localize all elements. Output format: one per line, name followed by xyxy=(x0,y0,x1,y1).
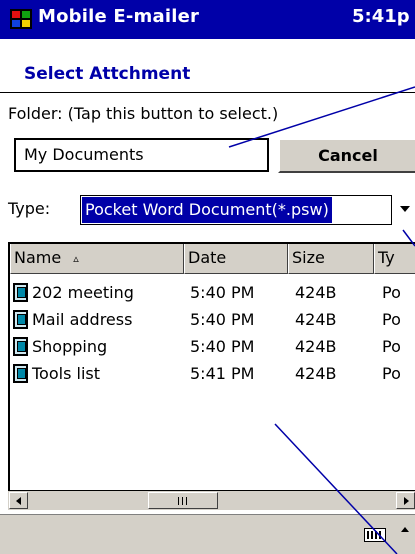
file-name: Mail address xyxy=(32,310,133,329)
input-panel-arrow-icon[interactable] xyxy=(401,527,409,532)
file-name: 202 meeting xyxy=(32,283,134,302)
file-name: Tools list xyxy=(32,364,100,383)
app-title: Mobile E-mailer xyxy=(38,6,200,27)
grip-icon xyxy=(178,497,187,505)
pocket-word-document-icon xyxy=(13,364,28,383)
list-item[interactable]: Tools list 5:41 PM 424B Po xyxy=(10,361,415,388)
type-selected-value[interactable]: Pocket Word Document(*.psw) xyxy=(82,197,332,223)
folder-label: Folder: (Tap this button to select.) xyxy=(8,104,279,123)
cancel-button[interactable]: Cancel xyxy=(278,138,415,173)
column-header-name[interactable]: Name ▵ xyxy=(10,244,184,274)
list-header: Name ▵ Date Size Ty xyxy=(10,244,415,274)
column-header-type[interactable]: Ty xyxy=(374,244,415,274)
type-label: Type: xyxy=(8,199,51,218)
file-date: 5:40 PM xyxy=(190,283,255,302)
file-size: 424B xyxy=(295,364,337,383)
column-header-size[interactable]: Size xyxy=(288,244,374,274)
horizontal-scrollbar[interactable] xyxy=(8,490,415,510)
scroll-right-button[interactable] xyxy=(396,492,415,509)
heading-divider xyxy=(0,92,415,93)
title-bar: Mobile E-mailer 5:41p xyxy=(0,0,415,39)
file-type: Po xyxy=(382,364,401,383)
file-date: 5:40 PM xyxy=(190,310,255,329)
folder-select-button[interactable]: My Documents xyxy=(14,138,269,172)
pocket-word-document-icon xyxy=(13,283,28,302)
file-size: 424B xyxy=(295,283,337,302)
clock[interactable]: 5:41p xyxy=(352,6,410,27)
column-header-label: Name xyxy=(14,248,62,267)
pocket-word-document-icon xyxy=(13,337,28,356)
list-item[interactable]: Mail address 5:40 PM 424B Po xyxy=(10,307,415,334)
list-item[interactable]: Shopping 5:40 PM 424B Po xyxy=(10,334,415,361)
file-type: Po xyxy=(382,310,401,329)
arrow-right-icon xyxy=(404,497,409,505)
file-size: 424B xyxy=(295,310,337,329)
list-item[interactable]: 202 meeting 5:40 PM 424B Po xyxy=(10,280,415,307)
command-bar xyxy=(0,514,415,554)
column-header-date[interactable]: Date xyxy=(184,244,288,274)
page-title: Select Attchment xyxy=(24,64,191,84)
file-date: 5:41 PM xyxy=(190,364,255,383)
file-date: 5:40 PM xyxy=(190,337,255,356)
sort-ascending-icon: ▵ xyxy=(73,252,79,265)
windows-flag-icon[interactable] xyxy=(10,9,32,29)
dropdown-arrow-icon[interactable] xyxy=(400,206,410,212)
file-name: Shopping xyxy=(32,337,108,356)
scroll-thumb[interactable] xyxy=(148,492,218,509)
file-type: Po xyxy=(382,337,401,356)
scroll-left-button[interactable] xyxy=(9,492,28,509)
file-list[interactable]: Name ▵ Date Size Ty 202 meeting 5:40 PM 4… xyxy=(8,242,415,490)
file-type: Po xyxy=(382,283,401,302)
type-dropdown[interactable]: Pocket Word Document(*.psw) xyxy=(80,195,392,225)
arrow-left-icon xyxy=(16,497,21,505)
pocket-word-document-icon xyxy=(13,310,28,329)
keyboard-keys xyxy=(367,531,383,539)
keyboard-icon[interactable] xyxy=(364,528,386,542)
file-size: 424B xyxy=(295,337,337,356)
